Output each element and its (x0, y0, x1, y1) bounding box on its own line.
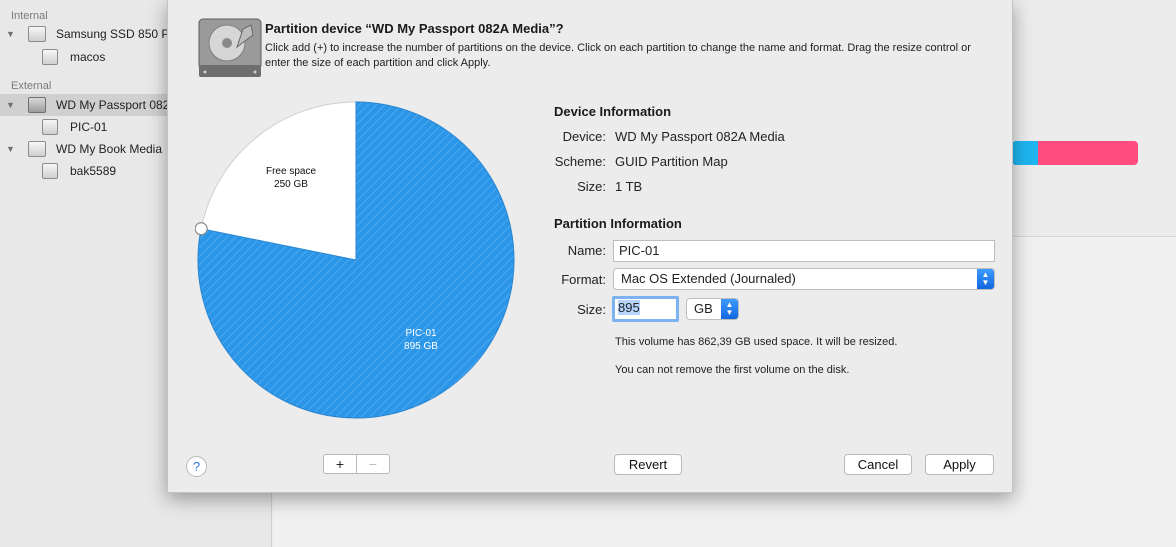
size-label: Size: (577, 179, 606, 194)
scheme-value: GUID Partition Map (615, 154, 728, 169)
size-unit-select[interactable]: GB ▲ ▼ (686, 298, 739, 320)
format-label: Format: (561, 272, 606, 287)
volume-icon (42, 119, 58, 135)
apply-button[interactable]: Apply (925, 454, 994, 475)
name-label: Name: (567, 243, 606, 258)
partition-label: PIC-01 895 GB (381, 327, 461, 353)
partition-size-field[interactable]: 895 (612, 296, 679, 322)
format-select[interactable]: Mac OS Extended (Journaled) ▲ ▼ (613, 268, 995, 290)
device-info-title: Device Information (554, 104, 672, 119)
usage-segment-secondary (1038, 141, 1138, 165)
volume-icon (42, 49, 58, 65)
disclosure-triangle-icon[interactable]: ▼ (6, 29, 15, 39)
partition-sheet: Partition device “WD My Passport 082A Me… (167, 0, 1013, 493)
external-disk-icon (28, 97, 46, 113)
internal-disk-icon (28, 26, 46, 42)
scheme-label: Scheme: (554, 154, 606, 169)
resize-handle[interactable] (195, 222, 208, 236)
free-space-label: Free space 250 GB (251, 165, 331, 191)
format-select-value: Mac OS Extended (Journaled) (621, 271, 796, 286)
sidebar-item-label: macos (70, 50, 106, 64)
partition-info-title: Partition Information (554, 216, 682, 231)
sidebar-item-label: WD My Book Media (56, 142, 163, 156)
disk-usage-bar (1012, 141, 1138, 165)
sidebar-item-label: bak5589 (70, 164, 117, 178)
size-unit-value: GB (694, 301, 713, 316)
partition-size-label: Size: (577, 302, 606, 317)
sidebar-item-label: PIC-01 (70, 120, 108, 134)
select-arrows-icon: ▲ ▼ (721, 299, 738, 319)
help-button[interactable]: ? (186, 456, 207, 477)
device-value: WD My Passport 082A Media (615, 129, 785, 144)
free-space-size: 250 GB (274, 179, 308, 190)
usage-segment-primary (1012, 141, 1038, 165)
external-disk-icon (28, 141, 46, 157)
hard-drive-icon (198, 18, 262, 77)
sidebar-section-external: External (11, 80, 52, 92)
disclosure-triangle-icon[interactable]: ▼ (6, 144, 15, 154)
sidebar-section-internal: Internal (11, 10, 48, 22)
first-volume-note: You can not remove the first volume on t… (615, 364, 850, 376)
partition-name-field[interactable]: PIC-01 (613, 240, 995, 262)
cancel-button[interactable]: Cancel (844, 454, 912, 475)
disclosure-triangle-icon[interactable]: ▼ (6, 100, 15, 110)
size-value: 1 TB (615, 179, 643, 194)
sheet-title: Partition device “WD My Passport 082A Me… (265, 21, 564, 36)
partition-size: 895 GB (404, 341, 438, 352)
remove-partition-button[interactable]: − (357, 455, 389, 473)
add-remove-control: + − (323, 454, 390, 474)
free-space-name: Free space (265, 166, 317, 177)
sheet-description: Click add (+) to increase the number of … (265, 42, 971, 69)
resize-note: This volume has 862,39 GB used space. It… (615, 336, 898, 348)
partition-pie-chart[interactable] (195, 99, 517, 421)
select-arrows-icon: ▲ ▼ (977, 269, 994, 289)
add-partition-button[interactable]: + (324, 455, 357, 473)
volume-icon (42, 163, 58, 179)
device-label: Device: (562, 129, 606, 144)
revert-button[interactable]: Revert (614, 454, 682, 475)
partition-size-value: 895 (618, 300, 640, 315)
partition-name: PIC-01 (405, 328, 437, 339)
